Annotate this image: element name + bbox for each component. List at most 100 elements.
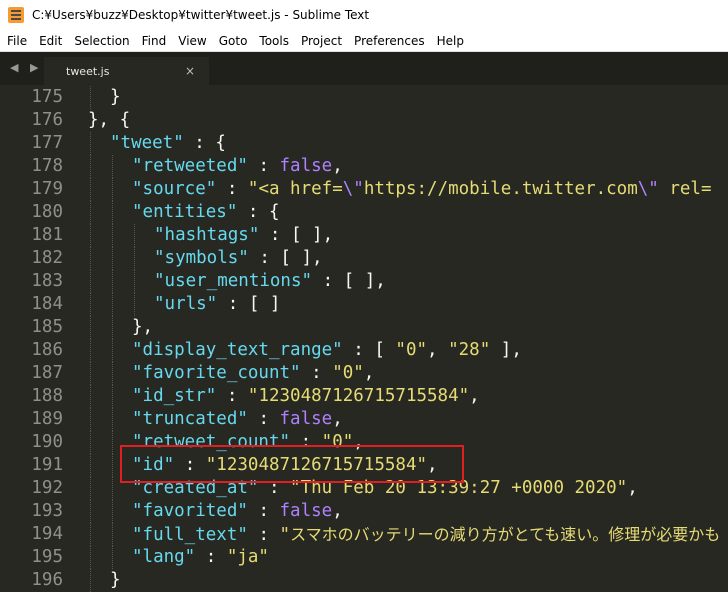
line-number: 189 <box>31 409 63 429</box>
line-number: 195 <box>31 547 63 567</box>
indent-guide <box>112 224 113 247</box>
line-number: 183 <box>31 271 63 291</box>
menu-file[interactable]: File <box>0 30 33 52</box>
indent-guide <box>112 339 113 362</box>
code-line[interactable]: 189 "truncated" : false, <box>0 408 728 431</box>
code-line[interactable]: 176}, { <box>0 109 728 132</box>
code-text: "display_text_range" : [ "0", "28" ], <box>132 339 522 362</box>
menu-view[interactable]: View <box>172 30 212 52</box>
code-token: "1230487126715715584" <box>205 455 428 475</box>
code-line[interactable]: 182 "symbols" : [ ], <box>0 247 728 270</box>
indent-guide <box>90 339 91 362</box>
menu-goto[interactable]: Goto <box>213 30 254 52</box>
code-token: , <box>353 432 364 452</box>
indent-guide <box>90 247 91 270</box>
code-token: "urls" <box>154 294 218 314</box>
code-token: , <box>627 478 638 498</box>
menu-preferences[interactable]: Preferences <box>348 30 431 52</box>
code-line[interactable]: 175} <box>0 86 728 109</box>
line-number: 175 <box>31 87 63 107</box>
code-token: : [ ], <box>259 225 334 245</box>
line-number: 194 <box>31 524 63 544</box>
code-line[interactable]: 183 "user_mentions" : [ ], <box>0 270 728 293</box>
menu-find[interactable]: Find <box>136 30 173 52</box>
code-token: "retweeted" <box>132 156 248 176</box>
code-line[interactable]: 184 "urls" : [ ] <box>0 293 728 316</box>
code-token: : <box>247 525 280 545</box>
indent-guide <box>90 86 91 109</box>
indent-guide <box>112 293 113 316</box>
code-line[interactable]: 185}, <box>0 316 728 339</box>
code-token: : <box>290 432 322 452</box>
code-text: "id_str" : "1230487126715715584", <box>132 385 480 408</box>
code-token: : <box>247 501 280 521</box>
indent-guide <box>90 224 91 247</box>
code-line[interactable]: 196} <box>0 569 728 592</box>
code-text: "tweet" : { <box>110 132 226 155</box>
indent-guide <box>112 385 113 408</box>
code-line[interactable]: 186 "display_text_range" : [ "0", "28" ], <box>0 339 728 362</box>
code-line[interactable]: 191 "id" : "1230487126715715584", <box>0 454 728 477</box>
indent-guide <box>90 201 91 224</box>
code-text: "favorited" : false, <box>132 500 343 523</box>
code-line[interactable]: 181 "hashtags" : [ ], <box>0 224 728 247</box>
line-number: 187 <box>31 363 63 383</box>
indent-guide <box>90 500 91 523</box>
window-title: C:¥Users¥buzz¥Desktop¥twitter¥tweet.js -… <box>32 8 370 22</box>
tab-close-icon[interactable]: × <box>185 64 195 78</box>
indent-guide <box>90 408 91 431</box>
indent-guide <box>134 293 135 316</box>
code-text: "created_at" : "Thu Feb 20 13:39:27 +000… <box>132 477 638 500</box>
line-number: 185 <box>31 317 63 337</box>
code-token: : <box>195 547 227 567</box>
code-token: , <box>332 156 343 176</box>
indent-guide <box>90 178 91 201</box>
code-token: : [ ] <box>217 294 281 314</box>
code-line[interactable]: 192 "created_at" : "Thu Feb 20 13:39:27 +… <box>0 477 728 500</box>
code-text: "full_text" : "スマホのバッテリーの減り方がとても速い。修理が必要… <box>132 523 720 547</box>
code-token: : <box>216 179 248 199</box>
code-line[interactable]: 194 "full_text" : "スマホのバッテリーの減り方がとても速い。修理… <box>0 523 728 546</box>
menu-project[interactable]: Project <box>295 30 348 52</box>
code-line[interactable]: 193 "favorited" : false, <box>0 500 728 523</box>
code-line[interactable]: 178 "retweeted" : false, <box>0 155 728 178</box>
indent-guide <box>90 431 91 454</box>
code-token: , <box>427 455 438 475</box>
menu-selection[interactable]: Selection <box>68 30 135 52</box>
code-line[interactable]: 188 "id_str" : "1230487126715715584", <box>0 385 728 408</box>
code-token: "tweet" <box>110 133 184 153</box>
code-token: "<a href= <box>247 179 343 199</box>
code-editor[interactable]: 175} 176}, {177 "tweet" : {178 "retweeted" … <box>0 85 728 592</box>
line-number: 188 <box>31 386 63 406</box>
code-token: , <box>332 501 343 521</box>
code-line[interactable]: 177 "tweet" : { <box>0 132 728 155</box>
code-text: "hashtags" : [ ], <box>154 224 333 247</box>
tab-tweet-js[interactable]: tweet.js × <box>44 57 209 85</box>
code-token: " <box>279 525 291 545</box>
line-number: 180 <box>31 202 63 222</box>
tab-nav-arrows-icon[interactable]: ◀ ▶ <box>10 61 42 74</box>
sublime-text-icon <box>8 7 24 23</box>
code-token: "id" <box>132 455 175 475</box>
menu-edit[interactable]: Edit <box>33 30 68 52</box>
indent-guide <box>112 546 113 569</box>
code-line[interactable]: 195 "lang" : "ja" <box>0 546 728 569</box>
code-token: : <box>247 156 280 176</box>
line-number: 177 <box>31 133 63 153</box>
line-number: 190 <box>31 432 63 452</box>
indent-guide <box>90 385 91 408</box>
code-token: "truncated" <box>132 409 248 429</box>
code-line[interactable]: 190 "retweet_count" : "0", <box>0 431 728 454</box>
code-token: : [ ], <box>312 271 386 291</box>
indent-guide <box>134 247 135 270</box>
indent-guide <box>112 247 113 270</box>
code-token: : [ <box>342 340 396 360</box>
code-line[interactable]: 179 "source" : "<a href=\"https://mobile.… <box>0 178 728 201</box>
menu-tools[interactable]: Tools <box>253 30 295 52</box>
code-token: "created_at" <box>132 478 259 498</box>
line-number: 176 <box>31 110 63 130</box>
menu-help[interactable]: Help <box>431 30 470 52</box>
code-line[interactable]: 187 "favorite_count" : "0", <box>0 362 728 385</box>
code-text: "user_mentions" : [ ], <box>154 270 386 293</box>
code-line[interactable]: 180 "entities" : { <box>0 201 728 224</box>
